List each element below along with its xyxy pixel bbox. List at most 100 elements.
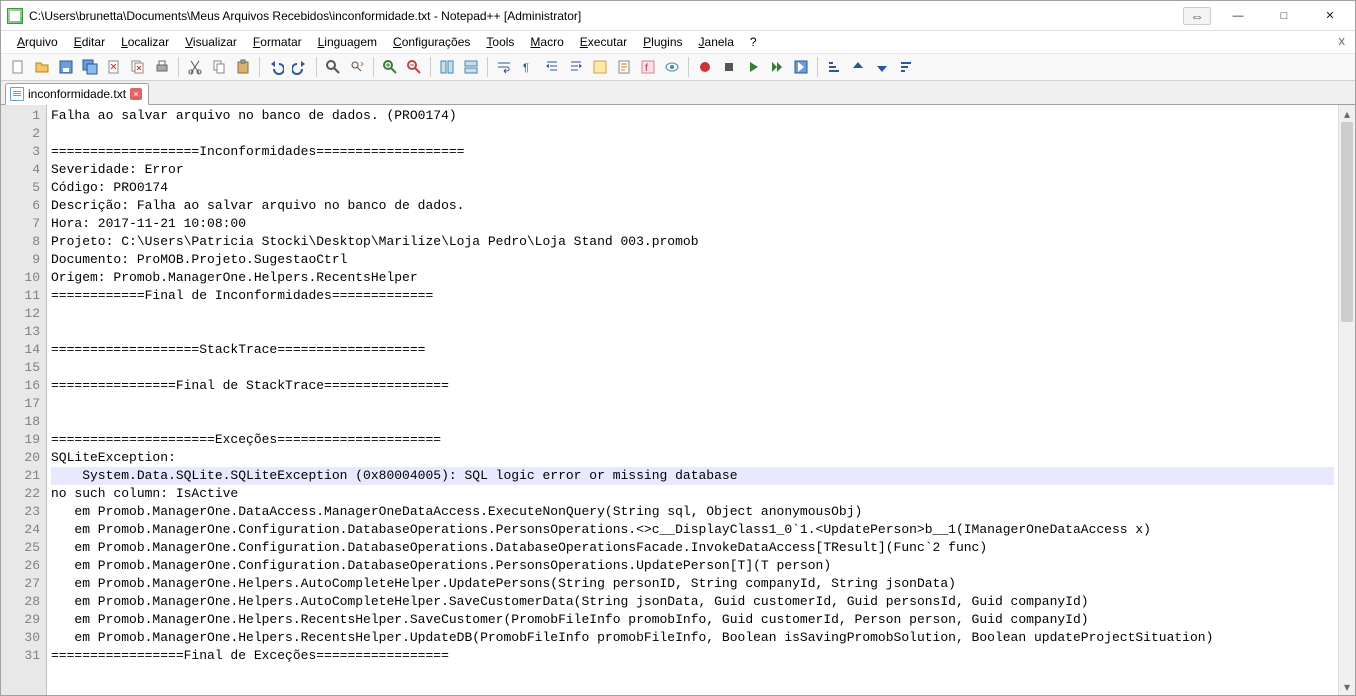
line-number: 10: [3, 269, 40, 287]
code-line: =====================Exceções===========…: [51, 431, 1334, 449]
line-number: 31: [3, 647, 40, 665]
stop-macro-button[interactable]: [718, 56, 740, 78]
notepadpp-icon: [7, 8, 23, 24]
code-line: Origem: Promob.ManagerOne.Helpers.Recent…: [51, 269, 1334, 287]
line-number: 17: [3, 395, 40, 413]
menu-visualizar[interactable]: Visualizar: [177, 33, 245, 51]
line-number: 26: [3, 557, 40, 575]
redo-button[interactable]: [289, 56, 311, 78]
undo-button[interactable]: [265, 56, 287, 78]
record-macro-button[interactable]: [694, 56, 716, 78]
menu-editar[interactable]: Editar: [66, 33, 113, 51]
menubar: ArquivoEditarLocalizarVisualizarFormatar…: [1, 31, 1355, 53]
play-macro-button[interactable]: [742, 56, 764, 78]
find-button[interactable]: [322, 56, 344, 78]
close-tab-icon[interactable]: ×: [130, 88, 142, 100]
sync-h-button[interactable]: [460, 56, 482, 78]
scroll-up-icon[interactable]: ▴: [1339, 105, 1355, 122]
code-line: Código: PRO0174: [51, 179, 1334, 197]
func-list-button[interactable]: f: [637, 56, 659, 78]
folder-tree-button[interactable]: [589, 56, 611, 78]
window-controls: ⇔ — □ ✕: [1183, 1, 1353, 31]
outdent-guide-button[interactable]: [565, 56, 587, 78]
close-all-button[interactable]: [127, 56, 149, 78]
toolbar-separator: [487, 57, 488, 77]
scroll-thumb[interactable]: [1341, 122, 1353, 322]
resize-grip-icon[interactable]: ⇔: [1183, 7, 1211, 25]
line-number: 21: [3, 467, 40, 485]
line-number: 8: [3, 233, 40, 251]
line-number: 19: [3, 431, 40, 449]
line-number: 27: [3, 575, 40, 593]
menu-formatar[interactable]: Formatar: [245, 33, 310, 51]
close-button[interactable]: [103, 56, 125, 78]
code-line: no such column: IsActive: [51, 485, 1334, 503]
titlebar: C:\Users\brunetta\Documents\Meus Arquivo…: [1, 1, 1355, 31]
replace-button[interactable]: [346, 56, 368, 78]
save-all-button[interactable]: [79, 56, 101, 78]
code-line: [51, 359, 1334, 377]
close-button[interactable]: ✕: [1307, 1, 1353, 31]
line-number: 3: [3, 143, 40, 161]
line-number: 11: [3, 287, 40, 305]
code-area[interactable]: Falha ao salvar arquivo no banco de dado…: [47, 105, 1338, 695]
minimize-button[interactable]: —: [1215, 1, 1261, 31]
down-button[interactable]: [871, 56, 893, 78]
toolbar: ¶f: [1, 53, 1355, 81]
code-line: ===================StackTrace===========…: [51, 341, 1334, 359]
sync-v-button[interactable]: [436, 56, 458, 78]
paste-button[interactable]: [232, 56, 254, 78]
line-number: 29: [3, 611, 40, 629]
code-line: em Promob.ManagerOne.Configuration.Datab…: [51, 521, 1334, 539]
line-number: 14: [3, 341, 40, 359]
scroll-down-icon[interactable]: ▾: [1339, 678, 1355, 695]
code-line: em Promob.ManagerOne.Helpers.AutoComplet…: [51, 575, 1334, 593]
menubar-close-icon[interactable]: x: [1339, 33, 1346, 48]
menu-configuraes[interactable]: Configurações: [385, 33, 478, 51]
line-number: 6: [3, 197, 40, 215]
show-all-button[interactable]: ¶: [517, 56, 539, 78]
zoom-in-button[interactable]: [379, 56, 401, 78]
line-number: 15: [3, 359, 40, 377]
open-file-button[interactable]: [31, 56, 53, 78]
word-wrap-button[interactable]: [493, 56, 515, 78]
play-multi-button[interactable]: [766, 56, 788, 78]
save-button[interactable]: [55, 56, 77, 78]
print-button[interactable]: [151, 56, 173, 78]
code-line: =================Final de Exceções======…: [51, 647, 1334, 665]
maximize-button[interactable]: □: [1261, 1, 1307, 31]
menu-linguagem[interactable]: Linguagem: [310, 33, 385, 51]
menu-arquivo[interactable]: Arquivo: [9, 33, 66, 51]
code-line: Severidade: Error: [51, 161, 1334, 179]
cut-button[interactable]: [184, 56, 206, 78]
menu-[interactable]: ?: [742, 33, 765, 51]
menu-tools[interactable]: Tools: [478, 33, 522, 51]
active-tab[interactable]: inconformidade.txt ×: [5, 83, 149, 105]
line-number: 20: [3, 449, 40, 467]
code-line: Hora: 2017-11-21 10:08:00: [51, 215, 1334, 233]
vertical-scrollbar[interactable]: ▴ ▾: [1338, 105, 1355, 695]
sort-asc-button[interactable]: [823, 56, 845, 78]
code-line: em Promob.ManagerOne.Configuration.Datab…: [51, 557, 1334, 575]
menu-janela[interactable]: Janela: [691, 33, 742, 51]
code-line: em Promob.ManagerOne.DataAccess.ManagerO…: [51, 503, 1334, 521]
code-line: System.Data.SQLite.SQLiteException (0x80…: [51, 467, 1334, 485]
line-number: 2: [3, 125, 40, 143]
indent-guide-button[interactable]: [541, 56, 563, 78]
code-line: em Promob.ManagerOne.Helpers.RecentsHelp…: [51, 611, 1334, 629]
save-macro-button[interactable]: [790, 56, 812, 78]
copy-button[interactable]: [208, 56, 230, 78]
zoom-out-button[interactable]: [403, 56, 425, 78]
menu-localizar[interactable]: Localizar: [113, 33, 177, 51]
menu-macro[interactable]: Macro: [522, 33, 571, 51]
sort-desc-button[interactable]: [895, 56, 917, 78]
doc-map-button[interactable]: [613, 56, 635, 78]
up-button[interactable]: [847, 56, 869, 78]
menu-executar[interactable]: Executar: [572, 33, 635, 51]
new-file-button[interactable]: [7, 56, 29, 78]
svg-text:f: f: [645, 63, 648, 74]
menu-plugins[interactable]: Plugins: [635, 33, 690, 51]
line-number: 13: [3, 323, 40, 341]
monitor-button[interactable]: [661, 56, 683, 78]
editor: 1234567891011121314151617181920212223242…: [1, 105, 1355, 695]
